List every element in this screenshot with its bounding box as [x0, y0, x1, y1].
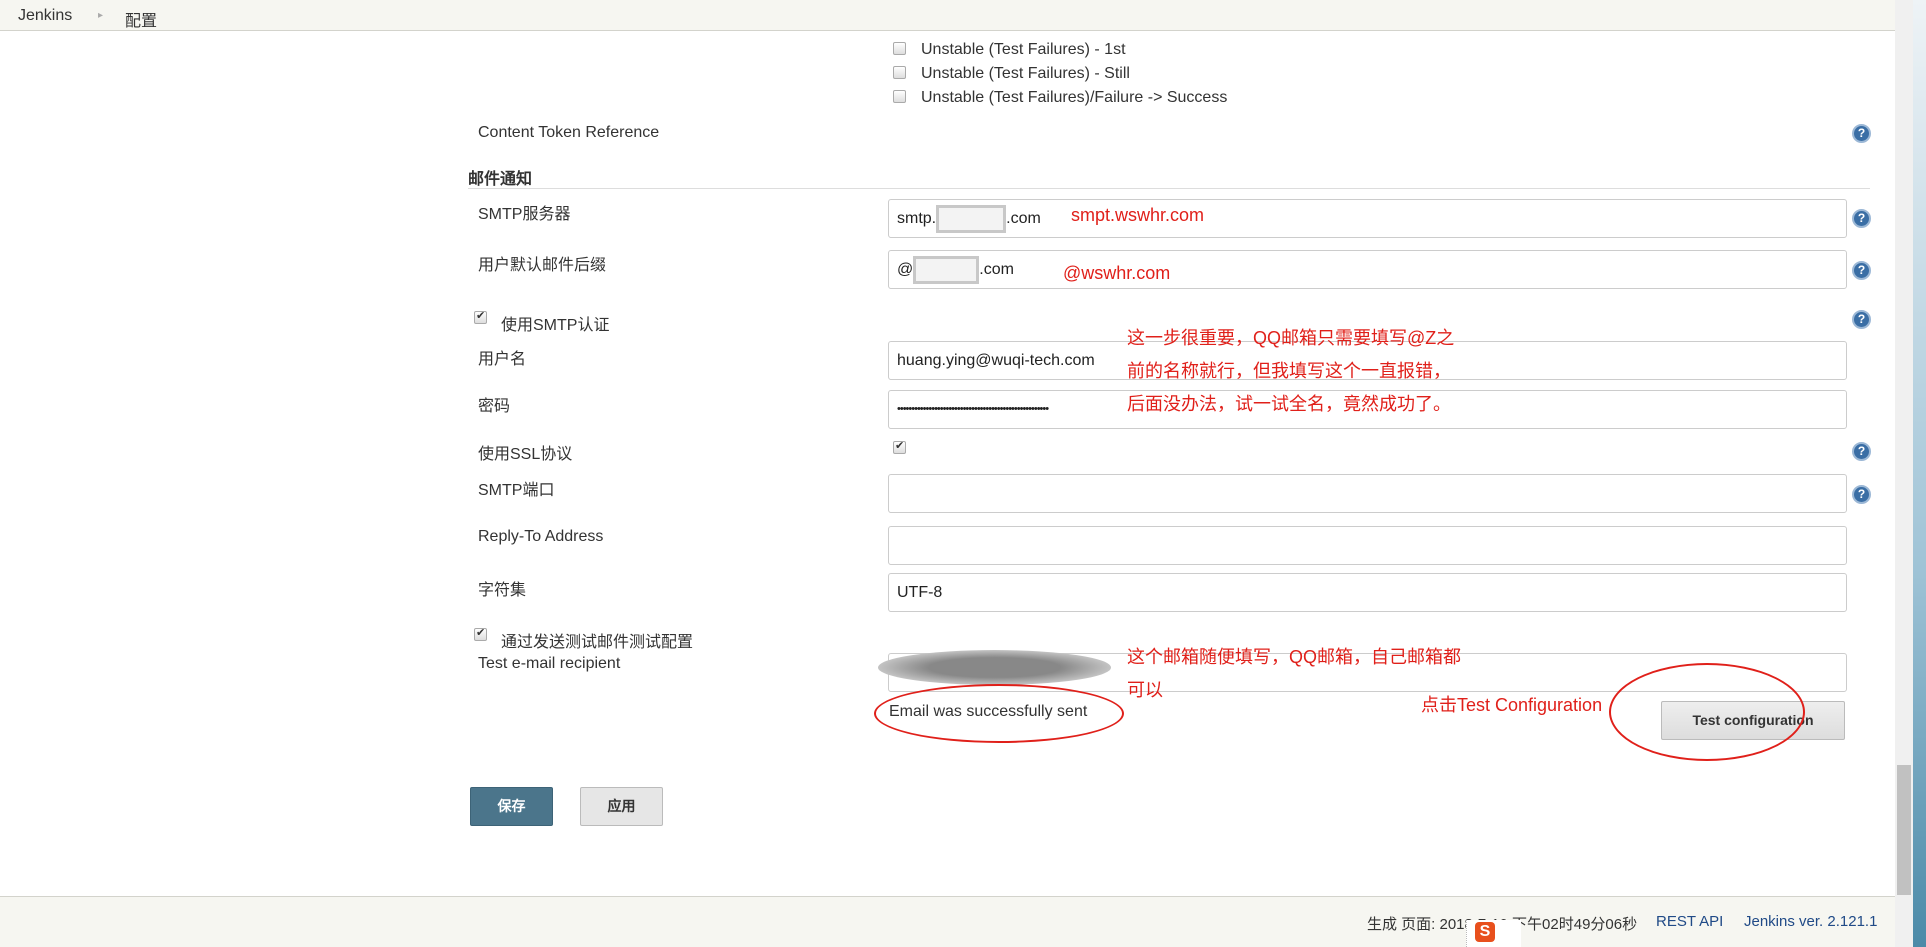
use-ssl-checkbox[interactable]: [893, 439, 906, 454]
charset-label: 字符集: [478, 582, 527, 599]
redacted-box: [913, 255, 980, 284]
sogou-icon: S: [1475, 922, 1495, 942]
annotation-click-note: 点击Test Configuration: [1421, 695, 1603, 715]
test-email-checkbox[interactable]: [474, 626, 487, 641]
rest-api-link[interactable]: REST API: [1656, 913, 1723, 930]
breadcrumb-current[interactable]: 配置: [125, 7, 157, 31]
smtp-server-label: SMTP服务器: [478, 206, 571, 223]
annotation-smtp: smpt.wswhr.com: [1071, 205, 1205, 225]
use-ssl-label: 使用SSL协议: [478, 446, 573, 463]
annotation-ellipse: [874, 684, 1124, 743]
note-line: 可以: [1127, 680, 1163, 700]
trigger-checkbox-3[interactable]: [893, 90, 906, 103]
smtp-port-label: SMTP端口: [478, 482, 555, 499]
password-label: 密码: [478, 398, 511, 415]
breadcrumb-chevron-icon: ▸: [98, 10, 104, 21]
smtp-port-input[interactable]: [888, 474, 1847, 513]
username-label: 用户名: [478, 351, 527, 368]
scrollbar[interactable]: [1895, 0, 1913, 947]
note-line: 这一步很重要，QQ邮箱只需要填写@Z之: [1127, 328, 1455, 348]
charset-input[interactable]: UTF-8: [888, 573, 1847, 612]
help-icon[interactable]: ?: [1852, 310, 1871, 329]
trigger-checkbox-2[interactable]: [893, 66, 906, 79]
help-icon[interactable]: ?: [1852, 261, 1871, 280]
default-suffix-label: 用户默认邮件后缀: [478, 257, 607, 274]
annotation-suffix: @wswhr.com: [1063, 263, 1171, 283]
jenkins-version-link[interactable]: Jenkins ver. 2.121.1: [1744, 913, 1877, 930]
reply-to-input[interactable]: [888, 526, 1847, 565]
note-line: 这个邮箱随便填写，QQ邮箱，自己邮箱都: [1127, 647, 1462, 667]
smtp-prefix: smtp.: [897, 210, 937, 227]
suffix-suffix: .com: [979, 261, 1014, 278]
suffix-prefix: @: [897, 261, 914, 278]
footer: 生成 页面: 2018-7-10 下午02时49分06秒 REST API Je…: [0, 896, 1895, 947]
content-token-label: Content Token Reference: [478, 124, 660, 141]
trigger-label: Unstable (Test Failures) - 1st: [921, 41, 1126, 58]
reply-to-label: Reply-To Address: [478, 528, 604, 545]
breadcrumb-jenkins[interactable]: Jenkins: [18, 7, 72, 25]
trigger-label: Unstable (Test Failures) - Still: [921, 65, 1130, 82]
annotation-auth-note: 这一步很重要，QQ邮箱只需要填写@Z之 前的名称就行，但我填写这个一直报错， 后…: [1127, 322, 1454, 421]
trigger-label: Unstable (Test Failures)/Failure -> Succ…: [921, 89, 1228, 106]
test-email-label: 通过发送测试邮件测试配置: [501, 634, 694, 651]
save-button[interactable]: 保存: [470, 787, 553, 826]
section-divider: [468, 188, 1870, 189]
default-suffix-input[interactable]: @ .com: [888, 250, 1847, 289]
section-title: 邮件通知: [468, 171, 533, 188]
annotation-recipient-note: 这个邮箱随便填写，QQ邮箱，自己邮箱都 可以: [1127, 641, 1461, 707]
annotation-ellipse: [1609, 663, 1805, 761]
redacted-box: [936, 204, 1007, 233]
trigger-checkbox-1[interactable]: [893, 42, 906, 55]
smtp-server-input[interactable]: smtp. .com: [888, 199, 1847, 238]
blurred-redaction: [878, 650, 1111, 685]
apply-button[interactable]: 应用: [580, 787, 663, 826]
note-line: 后面没办法，试一试全名，竟然成功了。: [1127, 394, 1451, 414]
note-line: 前的名称就行，但我填写这个一直报错，: [1127, 361, 1451, 381]
use-auth-checkbox[interactable]: [474, 309, 487, 324]
ime-toolbar[interactable]: S: [1466, 920, 1521, 947]
breadcrumb-bar: Jenkins ▸ 配置: [0, 0, 1895, 31]
use-auth-label: 使用SMTP认证: [501, 317, 610, 334]
desktop-background: [1913, 0, 1926, 947]
help-icon[interactable]: ?: [1852, 209, 1871, 228]
test-recipient-label: Test e-mail recipient: [478, 655, 621, 672]
help-icon[interactable]: ?: [1852, 442, 1871, 461]
smtp-suffix: .com: [1006, 210, 1041, 227]
help-icon[interactable]: ?: [1852, 485, 1871, 504]
help-icon[interactable]: ?: [1852, 124, 1871, 143]
scrollbar-thumb[interactable]: [1897, 765, 1911, 895]
